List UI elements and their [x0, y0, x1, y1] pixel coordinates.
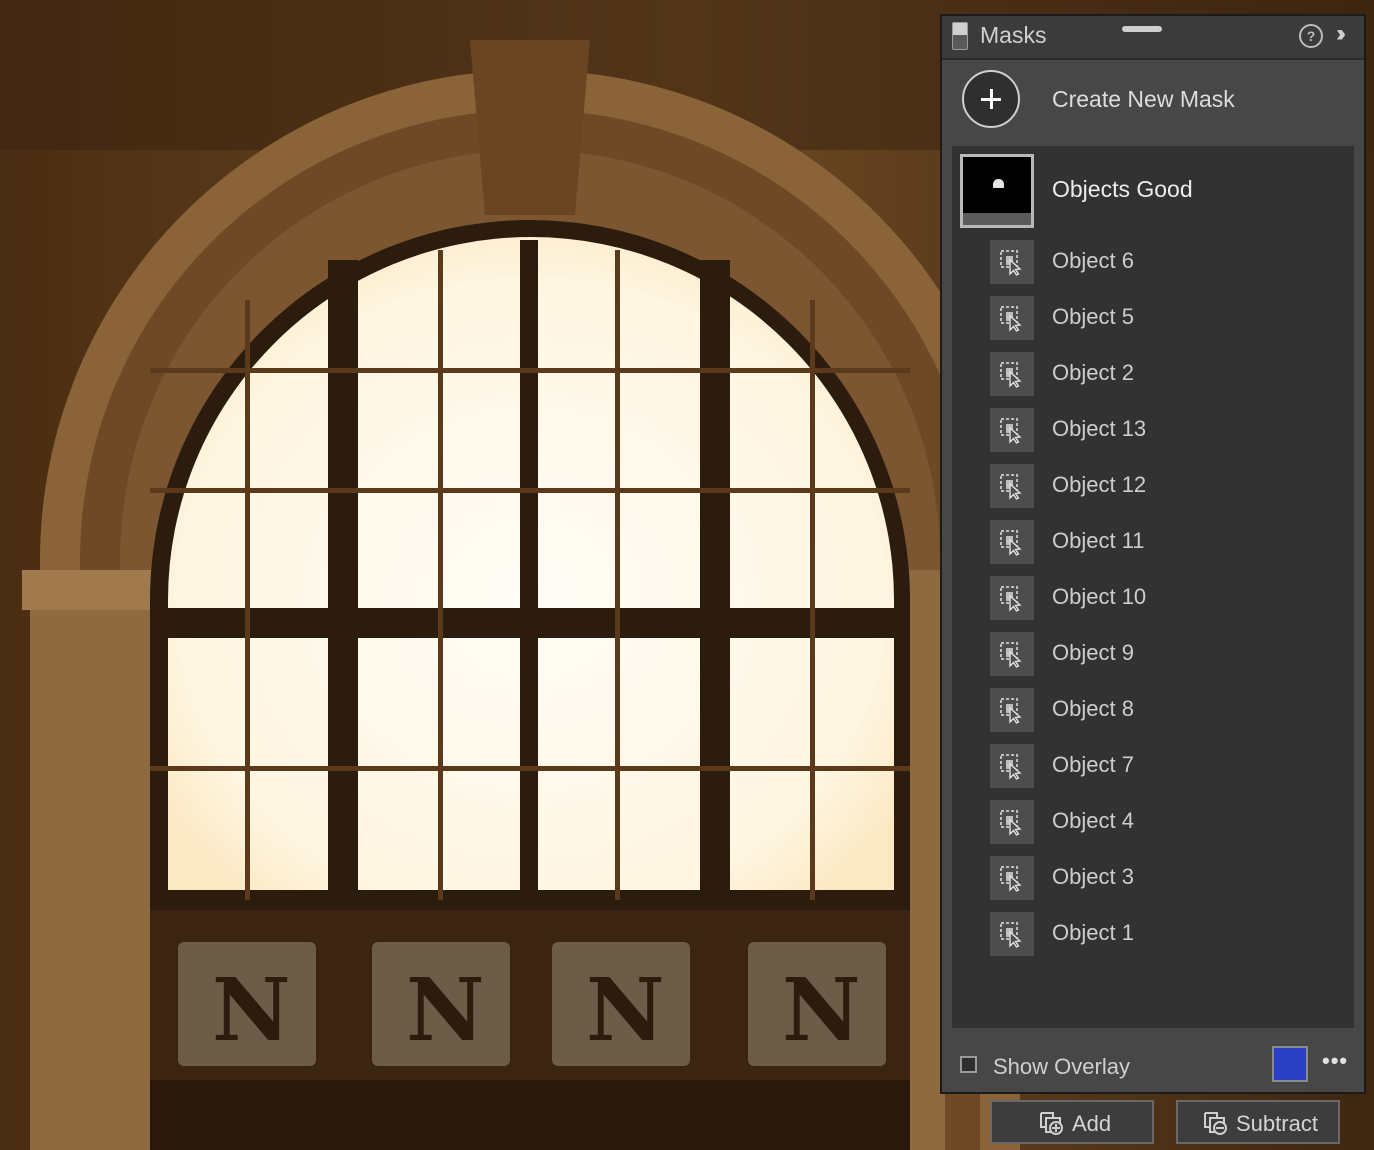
add-label: Add [1072, 1111, 1112, 1136]
select-object-icon [990, 744, 1034, 788]
select-object-icon [990, 576, 1034, 620]
more-options-icon[interactable]: ••• [1322, 1048, 1348, 1074]
create-new-mask-row[interactable]: Create New Mask [942, 60, 1364, 146]
object-item[interactable]: Object 8 [952, 682, 1354, 738]
select-object-icon [990, 464, 1034, 508]
object-item[interactable]: Object 1 [952, 906, 1354, 962]
subtract-label: Subtract [1236, 1111, 1318, 1136]
mask-list: Objects Good Object 6 Object 5 Object 2 Obj… [952, 146, 1354, 1144]
svg-text:N: N [406, 960, 485, 1061]
panel-title: Masks [980, 22, 1047, 48]
masks-panel: Masks ? ›› Create New Mask Objects Good … [940, 14, 1366, 1144]
object-item[interactable]: Object 5 [952, 290, 1354, 346]
object-label: Object 7 [1052, 752, 1134, 777]
object-label: Object 10 [1052, 584, 1147, 609]
object-label: Object 6 [1052, 248, 1134, 273]
svg-text:N: N [782, 960, 861, 1061]
object-label: Object 4 [1052, 808, 1134, 833]
select-object-icon [990, 408, 1034, 452]
show-overlay-label[interactable]: Show Overlay [993, 1054, 1130, 1080]
double-chevron-right-icon[interactable]: ›› [1336, 20, 1346, 48]
object-label: Object 1 [1052, 920, 1134, 945]
object-item[interactable]: Object 13 [952, 402, 1354, 458]
object-label: Object 8 [1052, 696, 1134, 721]
object-item[interactable]: Object 7 [952, 738, 1354, 794]
object-label: Object 12 [1052, 472, 1147, 497]
select-object-icon [990, 240, 1034, 284]
select-object-icon [990, 856, 1034, 900]
plus-icon[interactable] [962, 70, 1020, 128]
select-object-icon [990, 800, 1034, 844]
object-item[interactable]: Object 12 [952, 458, 1354, 514]
object-label: Object 9 [1052, 640, 1134, 665]
mask-name[interactable]: Objects Good [1052, 176, 1193, 203]
panel-header: Masks ? ›› [942, 16, 1364, 60]
drag-handle[interactable] [1122, 26, 1162, 32]
object-item[interactable]: Object 9 [952, 626, 1354, 682]
object-label: Object 3 [1052, 864, 1134, 889]
show-overlay-checkbox[interactable] [960, 1056, 977, 1073]
panel-footer: Show Overlay ••• [942, 1028, 1364, 1092]
object-label: Object 5 [1052, 304, 1134, 329]
add-button[interactable]: Add [990, 1100, 1154, 1144]
create-new-mask-label[interactable]: Create New Mask [1052, 86, 1235, 113]
object-label: Object 11 [1052, 528, 1145, 553]
mask-thumbnail[interactable] [960, 154, 1034, 228]
svg-text:N: N [586, 960, 665, 1061]
object-label: Object 13 [1052, 416, 1147, 441]
svg-text:N: N [212, 960, 291, 1061]
object-item[interactable]: Object 11 [952, 514, 1354, 570]
select-object-icon [990, 296, 1034, 340]
select-object-icon [990, 688, 1034, 732]
select-object-icon [990, 520, 1034, 564]
object-label: Object 2 [1052, 360, 1134, 385]
select-object-icon [990, 912, 1034, 956]
select-object-icon [990, 632, 1034, 676]
subtract-shape-icon [1204, 1112, 1227, 1135]
panel-toggle-icon[interactable] [952, 22, 968, 50]
object-item[interactable]: Object 10 [952, 570, 1354, 626]
mask-item-objects-good[interactable]: Objects Good [952, 146, 1354, 234]
object-item[interactable]: Object 2 [952, 346, 1354, 402]
add-shape-icon [1040, 1112, 1063, 1135]
subtract-button[interactable]: Subtract [1176, 1100, 1340, 1144]
select-object-icon [990, 352, 1034, 396]
object-item[interactable]: Object 3 [952, 850, 1354, 906]
object-item[interactable]: Object 4 [952, 794, 1354, 850]
object-item[interactable]: Object 6 [952, 234, 1354, 290]
overlay-color-swatch[interactable] [1272, 1046, 1308, 1082]
help-circle-icon[interactable]: ? [1299, 24, 1323, 48]
